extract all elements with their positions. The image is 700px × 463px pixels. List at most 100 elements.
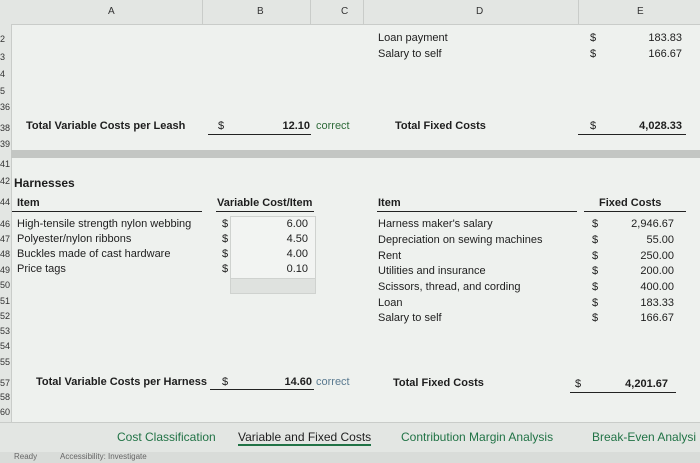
column-header-a[interactable]: A: [108, 6, 115, 17]
column-separator: [363, 0, 364, 24]
harness-total-fixed-currency: $: [575, 378, 582, 390]
leash-check-status[interactable]: correct: [316, 120, 350, 132]
leash-total-variable-value[interactable]: 12.10: [262, 120, 310, 132]
column-separator: [202, 0, 203, 24]
variable-cost-header[interactable]: Variable Cost/Item: [217, 197, 312, 209]
fixed-item-value[interactable]: 183.33: [620, 297, 674, 309]
fixed-item-label[interactable]: Salary to self: [378, 312, 442, 324]
variable-item-label[interactable]: Polyester/nylon ribbons: [17, 233, 131, 245]
variable-item-value[interactable]: 0.10: [260, 263, 308, 275]
tab-contribution-margin-analysis[interactable]: Contribution Margin Analysis: [401, 430, 553, 444]
variable-item-label[interactable]: Price tags: [17, 263, 66, 275]
tab-break-even-analysis[interactable]: Break-Even Analysi: [592, 430, 696, 444]
underline: [578, 134, 686, 135]
row-number[interactable]: 44: [0, 197, 10, 207]
fixed-item-currency: $: [592, 297, 599, 309]
fixed-item-label[interactable]: Rent: [378, 250, 401, 262]
empty-cell[interactable]: [230, 278, 316, 294]
variable-item-currency: $: [222, 263, 229, 275]
harness-total-variable-label[interactable]: Total Variable Costs per Harness: [36, 376, 207, 388]
fixed-item-currency: $: [592, 250, 599, 262]
fixed-item-label[interactable]: Utilities and insurance: [378, 265, 486, 277]
row-number[interactable]: 55: [0, 357, 10, 367]
row-number[interactable]: 51: [0, 296, 10, 306]
row-number[interactable]: 48: [0, 249, 10, 259]
leash-fixed-item-currency: $: [590, 32, 597, 44]
tab-cost-classification[interactable]: Cost Classification: [117, 430, 216, 444]
variable-item-currency: $: [222, 248, 229, 260]
harness-total-fixed-value[interactable]: 4,201.67: [610, 378, 668, 390]
fixed-item-value[interactable]: 400.00: [620, 281, 674, 293]
variable-item-value[interactable]: 4.50: [260, 233, 308, 245]
leash-fixed-item-label[interactable]: Loan payment: [378, 32, 448, 44]
fixed-item-currency: $: [592, 234, 599, 246]
accessibility-status[interactable]: Accessibility: Investigate: [60, 452, 147, 461]
leash-total-fixed-value[interactable]: 4,028.33: [622, 120, 682, 132]
harness-total-variable-currency: $: [222, 376, 229, 388]
row-number[interactable]: 52: [0, 311, 10, 321]
variable-item-currency: $: [222, 218, 229, 230]
row-number[interactable]: 2: [0, 34, 5, 44]
fixed-cost-header[interactable]: Fixed Costs: [599, 197, 661, 209]
fixed-item-label[interactable]: Scissors, thread, and cording: [378, 281, 520, 293]
variable-item-label[interactable]: High-tensile strength nylon webbing: [17, 218, 191, 230]
row-number[interactable]: 5: [0, 86, 5, 96]
leash-fixed-item-label[interactable]: Salary to self: [378, 48, 442, 60]
leash-total-fixed-currency: $: [590, 120, 597, 132]
fixed-item-currency: $: [592, 281, 599, 293]
row-number[interactable]: 60: [0, 407, 10, 417]
tab-variable-and-fixed-costs[interactable]: Variable and Fixed Costs: [238, 430, 372, 446]
row-number[interactable]: 38: [0, 123, 10, 133]
fixed-item-label[interactable]: Depreciation on sewing machines: [378, 234, 542, 246]
row-number[interactable]: 36: [0, 102, 10, 112]
variable-item-label[interactable]: Buckles made of cast hardware: [17, 248, 170, 260]
fixed-item-value[interactable]: 200.00: [620, 265, 674, 277]
column-header-e[interactable]: E: [637, 6, 644, 17]
fixed-item-currency: $: [592, 312, 599, 324]
status-bar: Ready Accessibility: Investigate: [0, 452, 700, 463]
fixed-item-currency: $: [592, 265, 599, 277]
fixed-item-label[interactable]: Harness maker's salary: [378, 218, 493, 230]
row-number[interactable]: 58: [0, 392, 10, 402]
section-title[interactable]: Harnesses: [14, 176, 75, 190]
underline: [216, 211, 314, 212]
row-number[interactable]: 41: [0, 159, 10, 169]
leash-fixed-item-value[interactable]: 183.83: [630, 32, 682, 44]
leash-fixed-item-currency: $: [590, 48, 597, 60]
underline: [208, 134, 311, 135]
column-separator: [578, 0, 579, 24]
row-number[interactable]: 54: [0, 341, 10, 351]
row-number[interactable]: 4: [0, 69, 5, 79]
row-number[interactable]: 39: [0, 139, 10, 149]
underline: [584, 211, 686, 212]
row-number[interactable]: 57: [0, 378, 10, 388]
leash-total-fixed-label[interactable]: Total Fixed Costs: [395, 120, 486, 132]
column-header-b[interactable]: B: [257, 6, 264, 17]
fixed-item-value[interactable]: 250.00: [620, 250, 674, 262]
row-number[interactable]: 47: [0, 234, 10, 244]
harness-total-variable-value[interactable]: 14.60: [262, 376, 312, 388]
row-number[interactable]: 46: [0, 219, 10, 229]
row-number[interactable]: 3: [0, 52, 5, 62]
variable-item-value[interactable]: 4.00: [260, 248, 308, 260]
variable-item-currency: $: [222, 233, 229, 245]
column-header-d[interactable]: D: [476, 6, 483, 17]
row-number[interactable]: 53: [0, 326, 10, 336]
row-number[interactable]: 50: [0, 280, 10, 290]
variable-item-header[interactable]: Item: [17, 197, 40, 209]
fixed-item-value[interactable]: 166.67: [620, 312, 674, 324]
variable-item-value[interactable]: 6.00: [260, 218, 308, 230]
fixed-item-label[interactable]: Loan: [378, 297, 402, 309]
row-number[interactable]: 49: [0, 265, 10, 275]
fixed-item-value[interactable]: 2,946.67: [620, 218, 674, 230]
fixed-item-header[interactable]: Item: [378, 197, 401, 209]
leash-total-variable-label[interactable]: Total Variable Costs per Leash: [26, 120, 185, 132]
leash-fixed-item-value[interactable]: 166.67: [630, 48, 682, 60]
leash-total-variable-currency: $: [218, 120, 225, 132]
harness-check-status[interactable]: correct: [316, 376, 350, 388]
underline: [210, 389, 314, 390]
row-number[interactable]: 42: [0, 176, 10, 186]
harness-total-fixed-label[interactable]: Total Fixed Costs: [393, 377, 484, 389]
column-header-c[interactable]: C: [341, 6, 348, 17]
fixed-item-value[interactable]: 55.00: [620, 234, 674, 246]
